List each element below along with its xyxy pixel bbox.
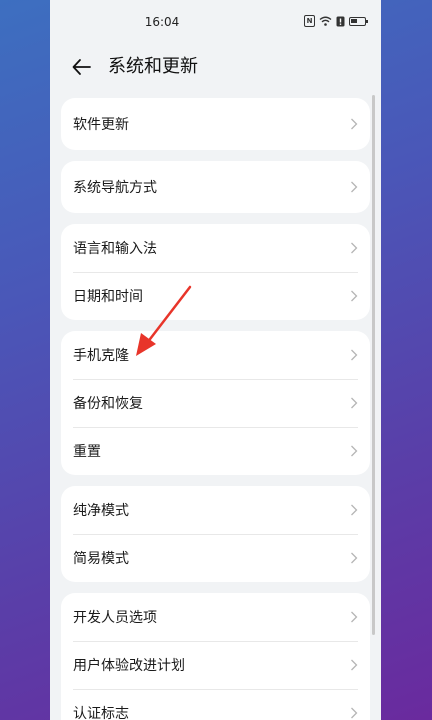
chevron-right-icon (351, 611, 358, 623)
nfc-icon: N (304, 15, 315, 27)
settings-group: 语言和输入法 日期和时间 (61, 224, 370, 320)
settings-item-backup-restore[interactable]: 备份和恢复 (61, 379, 370, 427)
settings-item-simple-mode[interactable]: 简易模式 (61, 534, 370, 582)
settings-item-label: 语言和输入法 (73, 241, 157, 257)
chevron-right-icon (351, 118, 358, 130)
chevron-right-icon (351, 659, 358, 671)
settings-item-label: 备份和恢复 (73, 396, 143, 412)
settings-item-label: 重置 (73, 444, 101, 460)
scrollbar[interactable] (372, 95, 375, 635)
settings-group: 系统导航方式 (61, 161, 370, 213)
chevron-right-icon (351, 181, 358, 193)
settings-screen: 16:04 N 系统和更新 软件更新 系统导航方式 语言和输入法 日期和时间 手… (50, 0, 381, 720)
settings-item-label: 用户体验改进计划 (73, 658, 185, 674)
battery-icon (349, 16, 368, 26)
status-icons: N (304, 15, 368, 27)
page-title: 系统和更新 (108, 56, 198, 77)
settings-item-label: 软件更新 (73, 117, 129, 133)
settings-item-date-time[interactable]: 日期和时间 (61, 272, 370, 320)
settings-item-pure-mode[interactable]: 纯净模式 (61, 486, 370, 534)
settings-item-label: 简易模式 (73, 551, 129, 567)
settings-item-ux-improvement[interactable]: 用户体验改进计划 (61, 641, 370, 689)
alert-icon (336, 16, 345, 26)
settings-item-developer-options[interactable]: 开发人员选项 (61, 593, 370, 641)
settings-item-software-update[interactable]: 软件更新 (61, 98, 370, 150)
chevron-right-icon (351, 397, 358, 409)
settings-item-label: 开发人员选项 (73, 610, 157, 626)
chevron-right-icon (351, 290, 358, 302)
status-time: 16:04 (144, 15, 180, 29)
settings-item-label: 纯净模式 (73, 503, 129, 519)
arrow-left-icon[interactable] (70, 55, 94, 79)
settings-item-label: 系统导航方式 (73, 180, 157, 196)
status-bar: 16:04 N (50, 0, 381, 46)
settings-item-label: 认证标志 (73, 706, 129, 720)
settings-list: 软件更新 系统导航方式 语言和输入法 日期和时间 手机克隆 备份和恢复 重置 纯… (50, 98, 381, 720)
settings-item-label: 手机克隆 (73, 348, 129, 364)
chevron-right-icon (351, 707, 358, 719)
chevron-right-icon (351, 349, 358, 361)
settings-item-language-input[interactable]: 语言和输入法 (61, 224, 370, 272)
chevron-right-icon (351, 552, 358, 564)
settings-group: 纯净模式 简易模式 (61, 486, 370, 582)
settings-item-reset[interactable]: 重置 (61, 427, 370, 475)
page-header: 系统和更新 (50, 46, 381, 90)
chevron-right-icon (351, 504, 358, 516)
settings-item-navigation[interactable]: 系统导航方式 (61, 161, 370, 213)
settings-item-label: 日期和时间 (73, 289, 143, 305)
settings-group: 手机克隆 备份和恢复 重置 (61, 331, 370, 475)
settings-group: 软件更新 (61, 98, 370, 150)
settings-item-phone-clone[interactable]: 手机克隆 (61, 331, 370, 379)
settings-item-certification[interactable]: 认证标志 (61, 689, 370, 720)
chevron-right-icon (351, 445, 358, 457)
wifi-icon (319, 16, 332, 26)
settings-group: 开发人员选项 用户体验改进计划 认证标志 (61, 593, 370, 720)
chevron-right-icon (351, 242, 358, 254)
